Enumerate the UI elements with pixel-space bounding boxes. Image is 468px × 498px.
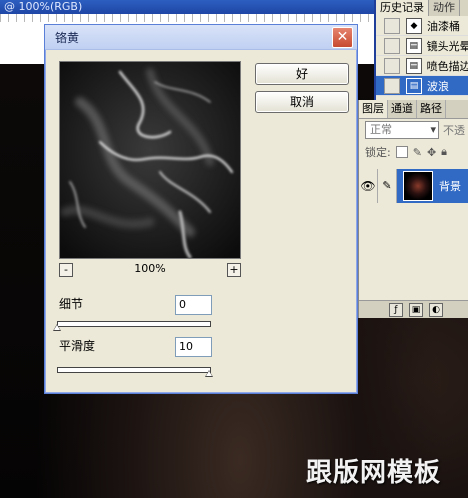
history-item-label: 波浪 xyxy=(427,79,449,93)
tab-actions[interactable]: 动作 xyxy=(429,0,460,16)
close-icon[interactable]: ✕ xyxy=(332,26,353,48)
layer-style-icon[interactable]: ƒ xyxy=(389,302,403,317)
lock-row: 锁定: ✎ ✥ 🔒︎ xyxy=(359,141,468,163)
horizontal-ruler xyxy=(0,14,376,22)
lock-all-icon[interactable]: 🔒︎ xyxy=(441,145,447,159)
layers-footer: ƒ ▣ ◐ xyxy=(359,300,468,318)
blend-row: 正常 不透 xyxy=(359,119,468,141)
history-item-label: 喷色描边 xyxy=(426,59,468,73)
smoothness-slider-handle[interactable] xyxy=(205,370,213,377)
zoom-level: 100% xyxy=(134,262,166,275)
layers-panel: 图层 通道 路径 正常 不透 锁定: ✎ ✥ 🔒︎ 👁︎ ✎ 背景 ƒ ▣ ◐ xyxy=(358,100,468,318)
detail-slider-handle[interactable] xyxy=(53,324,61,331)
opacity-label: 不透 xyxy=(443,124,465,137)
document-titlebar: @ 100%(RGB) xyxy=(0,0,384,14)
history-item[interactable]: ◆ 油漆桶 xyxy=(376,16,468,36)
preview-image xyxy=(60,62,240,258)
ok-button[interactable]: 好 xyxy=(255,63,349,85)
filter-step-icon: ▤ xyxy=(405,57,422,74)
snapshot-checkbox[interactable] xyxy=(384,77,400,94)
snapshot-checkbox[interactable] xyxy=(384,37,400,54)
history-item[interactable]: ▤ 镜头光晕 xyxy=(376,36,468,56)
eye-icon[interactable]: 👁︎ xyxy=(359,169,378,203)
adjustment-layer-icon[interactable]: ◐ xyxy=(429,302,443,317)
filter-preview[interactable] xyxy=(59,61,241,259)
history-tabs: 历史记录 动作 xyxy=(376,0,468,16)
lock-label: 锁定: xyxy=(365,146,391,159)
tab-history[interactable]: 历史记录 xyxy=(376,0,429,16)
cancel-button[interactable]: 取消 xyxy=(255,91,349,113)
layers-tabs: 图层 通道 路径 xyxy=(359,100,468,119)
layer-row[interactable]: 👁︎ ✎ 背景 xyxy=(359,169,468,203)
detail-label: 细节 xyxy=(59,297,84,311)
lock-transparency-icon[interactable] xyxy=(395,146,408,158)
history-item[interactable]: ▤ 喷色描边 xyxy=(376,56,468,76)
dialog-titlebar[interactable]: 铬黄 ✕ xyxy=(45,25,357,50)
history-item-selected[interactable]: ▤ 波浪 xyxy=(376,76,468,96)
tab-paths[interactable]: 路径 xyxy=(417,100,446,118)
layer-name: 背景 xyxy=(439,180,461,193)
detail-slider-track[interactable] xyxy=(57,321,211,327)
dialog-title: 铬黄 xyxy=(55,30,80,45)
lock-paint-icon[interactable]: ✎ xyxy=(413,146,422,159)
watermark-text: 跟版网模板 xyxy=(306,458,442,488)
tab-channels[interactable]: 通道 xyxy=(388,100,417,118)
detail-input[interactable]: 0 xyxy=(175,295,212,315)
zoom-out-button[interactable]: - xyxy=(59,263,73,277)
snapshot-checkbox[interactable] xyxy=(384,17,400,34)
smoothness-label: 平滑度 xyxy=(59,339,96,353)
filter-step-icon: ▤ xyxy=(405,37,422,54)
brush-icon[interactable]: ✎ xyxy=(378,169,397,203)
zoom-in-button[interactable]: + xyxy=(227,263,241,277)
paint-bucket-icon: ◆ xyxy=(406,17,422,34)
history-panel: 历史记录 动作 ◆ 油漆桶 ▤ 镜头光晕 ▤ 喷色描边 ▤ 波浪 xyxy=(374,0,468,100)
layer-mask-icon[interactable]: ▣ xyxy=(409,302,423,317)
smoothness-slider-track[interactable] xyxy=(57,367,211,373)
smoothness-input[interactable]: 10 xyxy=(175,337,212,357)
chrome-filter-dialog: 铬黄 ✕ 100% - + 好 取消 细节 0 平滑度 10 xyxy=(44,24,358,394)
history-item-label: 油漆桶 xyxy=(427,19,460,33)
blend-mode-select[interactable]: 正常 xyxy=(365,121,439,139)
zoom-controls: 100% - + xyxy=(59,263,241,277)
history-item-label: 镜头光晕 xyxy=(426,39,468,53)
lock-move-icon[interactable]: ✥ xyxy=(427,146,436,159)
tab-layers[interactable]: 图层 xyxy=(359,100,388,118)
filter-step-icon: ▤ xyxy=(406,77,422,94)
snapshot-checkbox[interactable] xyxy=(384,57,400,74)
layer-thumbnail xyxy=(403,171,433,201)
